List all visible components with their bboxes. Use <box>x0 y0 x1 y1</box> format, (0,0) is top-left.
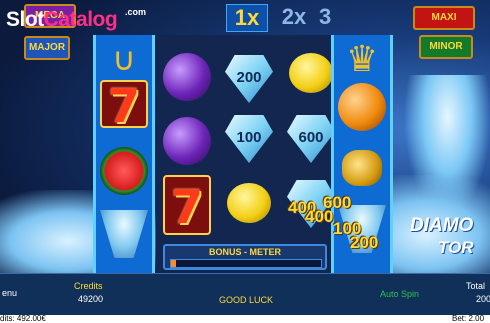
diamond-value: 100 <box>236 129 262 146</box>
credits-label: Credits <box>74 281 103 291</box>
status-bar: dits: 492.00€ Bet: 2.00 <box>0 315 490 323</box>
lemon-icon <box>289 53 333 93</box>
coins-icon <box>342 150 382 186</box>
game-logo-line1: DIAMO <box>410 215 474 236</box>
diamond-value: 600 <box>298 129 324 146</box>
jackpot-maxi: MAXI <box>413 6 475 30</box>
watermark-brand-b: Catalog <box>43 8 118 31</box>
watermelon-icon <box>100 147 148 195</box>
bonus-meter-label: BONUS - METER <box>209 247 281 257</box>
diamond-icon: 600 <box>287 115 335 163</box>
win-amount: 400 <box>305 207 334 226</box>
multiplier-active: 1x <box>226 4 268 32</box>
status-credits: dits: 492.00€ <box>0 314 46 323</box>
status-bet: Bet: 2.00 <box>452 314 485 323</box>
watermark-logo: SlotCatalog <box>6 8 118 32</box>
reel-2: 7 <box>156 35 218 273</box>
multiplier: 3 <box>319 4 332 29</box>
autospin-button[interactable]: Auto Spin <box>380 289 419 299</box>
diamond-icon: 200 <box>225 55 273 103</box>
seven-icon: 7 <box>163 175 211 235</box>
game-logo-line2: TOR <box>438 238 474 257</box>
reel-3: 200 100 <box>218 35 280 273</box>
total-label: Total <box>466 281 486 291</box>
reel-1: ∪ 7 <box>93 35 155 273</box>
bonus-meter: BONUS - METER <box>163 244 327 270</box>
crown-icon: ♛ <box>345 38 379 79</box>
lemon-icon <box>227 183 271 223</box>
status-message: GOOD LUCK <box>219 295 274 305</box>
total-value: 200 <box>476 294 490 304</box>
tornado-icon <box>100 210 148 258</box>
menu-button[interactable]: enu <box>2 288 17 298</box>
bonus-meter-bar <box>170 259 322 268</box>
jackpot-minor: MINOR <box>419 35 473 59</box>
bottom-bar: enu Credits 49200 GOOD LUCK Auto Spin To… <box>0 273 490 316</box>
plum-icon <box>163 53 211 101</box>
seven-icon: 7 <box>100 80 148 130</box>
watermark-brand-a: Slot <box>6 8 44 31</box>
win-amount: 200 <box>350 233 379 252</box>
multiplier-bar: 1x 2x 3 <box>163 2 353 32</box>
jackpot-major: MAJOR <box>24 36 70 60</box>
credits-value: 49200 <box>78 294 104 304</box>
diamond-value: 200 <box>236 69 262 86</box>
bonus-meter-fill <box>171 260 176 267</box>
diamond-icon: 100 <box>225 115 273 163</box>
plum-icon <box>163 117 211 165</box>
multiplier: 2x <box>281 4 307 29</box>
orange-icon <box>338 83 386 131</box>
watermark-suffix: .com <box>125 7 147 17</box>
